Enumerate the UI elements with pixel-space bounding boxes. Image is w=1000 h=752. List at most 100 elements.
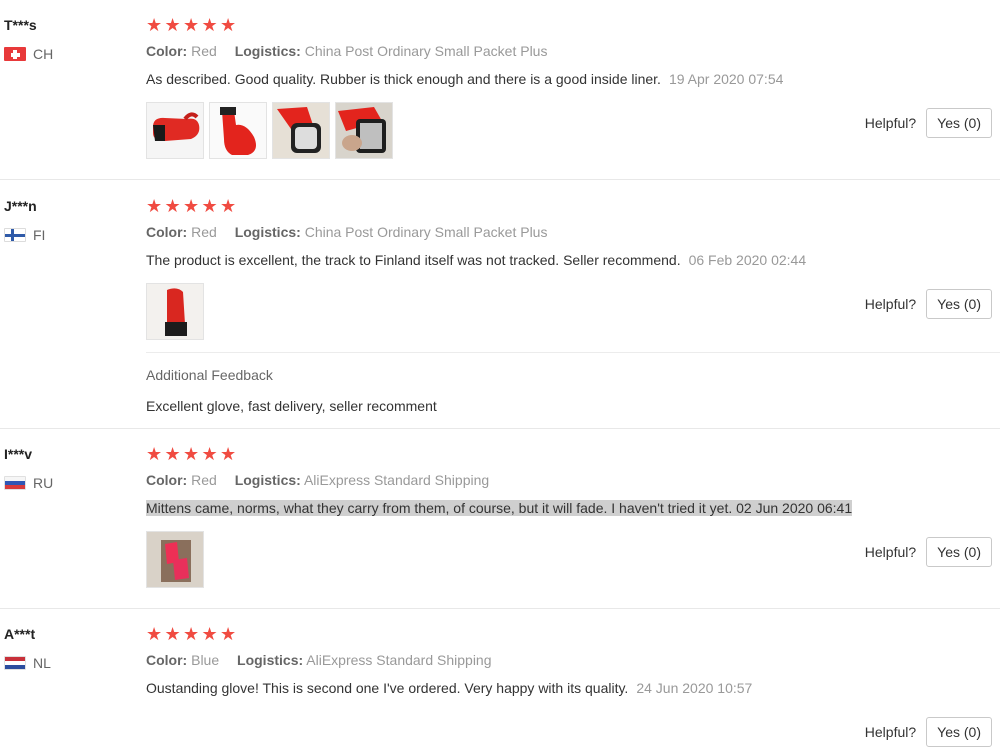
review-item: A***t NL ★ ★ ★ ★ ★ Color: Blue Logistics: Al…	[0, 625, 1000, 752]
logistics-value: AliExpress Standard Shipping	[306, 652, 492, 668]
star-icon: ★	[183, 196, 200, 216]
order-info: Color: Blue Logistics: AliExpress Standa…	[146, 651, 996, 669]
order-info: Color: Red Logistics: China Post Ordinar…	[146, 42, 996, 60]
color-label: Color:	[146, 43, 188, 59]
star-icon: ★	[146, 15, 163, 35]
star-rating: ★ ★ ★ ★ ★	[146, 445, 996, 463]
review-photo[interactable]	[146, 102, 204, 159]
reviewer-info: A***t NL	[4, 625, 134, 671]
helpful-label: Helpful?	[864, 296, 917, 312]
flag-ru-icon	[4, 476, 26, 490]
review-content: ★ ★ ★ ★ ★ Color: Red Logistics: China Post O…	[146, 15, 996, 159]
color-label: Color:	[146, 652, 188, 668]
reviewer-country: NL	[4, 655, 134, 671]
color-value: Red	[191, 43, 217, 59]
logistics-value: China Post Ordinary Small Packet Plus	[304, 43, 548, 59]
reviewer-name: I***v	[4, 446, 33, 462]
logistics-label: Logistics:	[234, 472, 301, 488]
helpful-section: Helpful? Yes (0)	[865, 537, 992, 567]
review-photo[interactable]	[272, 102, 330, 159]
review-item: J***n FI ★ ★ ★ ★ ★ Color: Red Logistics: Chi…	[0, 197, 1000, 429]
country-code: RU	[33, 475, 54, 491]
review-date: 19 Apr 2020 07:54	[668, 71, 784, 87]
star-icon: ★	[220, 624, 237, 644]
review-photo[interactable]	[146, 531, 204, 588]
review-content: ★ ★ ★ ★ ★ Color: Red Logistics: China Post O…	[146, 197, 996, 340]
reviewer-name: T***s	[4, 17, 37, 33]
review-content: ★ ★ ★ ★ ★ Color: Red Logistics: AliExpress S…	[146, 445, 996, 588]
review-text-line: Oustanding glove! This is second one I'v…	[146, 679, 996, 697]
photo-gallery	[146, 102, 393, 159]
helpful-yes-button[interactable]: Yes (0)	[926, 717, 992, 747]
review-photo[interactable]	[146, 283, 204, 340]
order-info: Color: Red Logistics: China Post Ordinar…	[146, 223, 996, 241]
review-text: As described. Good quality. Rubber is th…	[146, 71, 661, 87]
color-value: Blue	[191, 652, 220, 668]
country-code: FI	[33, 227, 46, 243]
review-text: Mittens came, norms, what they carry fro…	[146, 500, 733, 516]
reviewer-info: I***v RU	[4, 445, 134, 491]
photo-gallery	[146, 283, 204, 340]
star-icon: ★	[146, 444, 163, 464]
logistics-label: Logistics:	[234, 43, 301, 59]
review-date: 24 Jun 2020 10:57	[636, 680, 753, 696]
review-text: Oustanding glove! This is second one I'v…	[146, 680, 629, 696]
helpful-section: Helpful? Yes (0)	[865, 108, 992, 138]
order-info: Color: Red Logistics: AliExpress Standar…	[146, 471, 996, 489]
star-icon: ★	[220, 196, 237, 216]
helpful-label: Helpful?	[864, 724, 917, 740]
star-rating: ★ ★ ★ ★ ★	[146, 625, 996, 643]
additional-feedback-text: Excellent glove, fast delivery, seller r…	[146, 398, 437, 414]
color-value: Red	[191, 224, 217, 240]
reviewer-info: T***s CH	[4, 16, 134, 62]
reviewer-name: A***t	[4, 626, 36, 642]
logistics-value: AliExpress Standard Shipping	[303, 472, 490, 488]
helpful-yes-button[interactable]: Yes (0)	[926, 289, 992, 319]
color-label: Color:	[146, 224, 188, 240]
country-code: CH	[33, 46, 54, 62]
helpful-yes-button[interactable]: Yes (0)	[926, 537, 992, 567]
star-icon: ★	[146, 196, 163, 216]
star-icon: ★	[146, 624, 163, 644]
star-icon: ★	[183, 15, 200, 35]
star-icon: ★	[201, 444, 218, 464]
review-photo[interactable]	[209, 102, 267, 159]
star-rating: ★ ★ ★ ★ ★	[146, 197, 996, 215]
star-icon: ★	[201, 15, 218, 35]
reviewer-country: CH	[4, 46, 134, 62]
review-item: T***s CH ★ ★ ★ ★ ★ Color: Red Logistics: Chi…	[0, 16, 1000, 180]
helpful-yes-button[interactable]: Yes (0)	[926, 108, 992, 138]
reviewer-info: J***n FI	[4, 197, 134, 243]
helpful-section: Helpful? Yes (0)	[865, 289, 992, 319]
review-photo[interactable]	[335, 102, 393, 159]
review-text-line: The product is excellent, the track to F…	[146, 251, 996, 269]
flag-ch-icon	[4, 47, 26, 61]
color-label: Color:	[146, 472, 188, 488]
star-icon: ★	[164, 624, 181, 644]
reviewer-country: FI	[4, 227, 134, 243]
review-text: The product is excellent, the track to F…	[146, 252, 681, 268]
review-date: 02 Jun 2020 06:41	[736, 500, 853, 516]
additional-feedback-title: Additional Feedback	[146, 367, 273, 383]
review-text-line: As described. Good quality. Rubber is th…	[146, 70, 996, 88]
review-text-line: Mittens came, norms, what they carry fro…	[146, 499, 996, 517]
star-icon: ★	[164, 15, 181, 35]
helpful-section: Helpful? Yes (0)	[865, 717, 992, 747]
reviewer-name: J***n	[4, 198, 37, 214]
star-icon: ★	[183, 624, 200, 644]
review-item: I***v RU ★ ★ ★ ★ ★ Color: Red Logistics: Ali…	[0, 445, 1000, 609]
star-icon: ★	[164, 444, 181, 464]
logistics-value: China Post Ordinary Small Packet Plus	[304, 224, 548, 240]
helpful-label: Helpful?	[864, 544, 917, 560]
logistics-label: Logistics:	[237, 652, 304, 668]
star-icon: ★	[164, 196, 181, 216]
photo-gallery	[146, 531, 204, 588]
divider	[146, 352, 1000, 353]
reviewer-country: RU	[4, 475, 134, 491]
star-icon: ★	[201, 624, 218, 644]
logistics-label: Logistics:	[234, 224, 301, 240]
flag-fi-icon	[4, 228, 26, 242]
country-code: NL	[33, 655, 51, 671]
helpful-label: Helpful?	[864, 115, 917, 131]
star-icon: ★	[201, 196, 218, 216]
